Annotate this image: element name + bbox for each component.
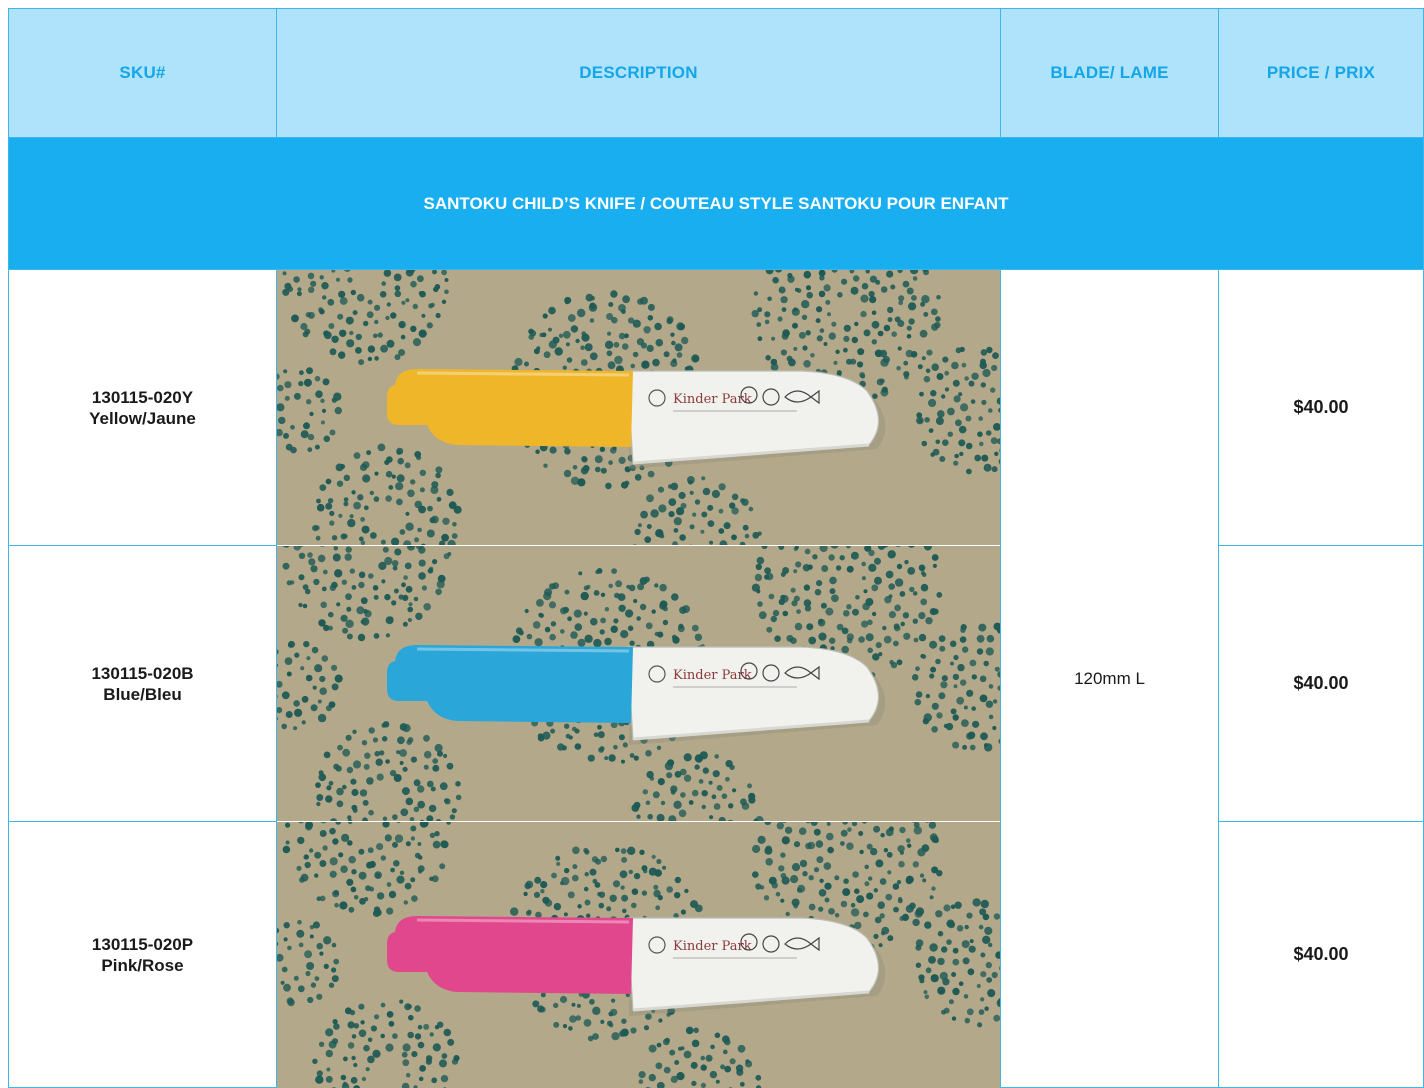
header-price: PRICE / PRIX <box>1218 8 1424 138</box>
header-blade: BLADE/ LAME <box>1000 8 1219 138</box>
header-description: DESCRIPTION <box>276 8 1001 138</box>
blade-length: 120mm L <box>1000 269 1219 1088</box>
table-row-price: $40.00 <box>1218 821 1424 1088</box>
knife-image: Kinder Park <box>277 270 1000 545</box>
header-sku: SKU# <box>8 8 277 138</box>
table-row-sku: 130115-020Y Yellow/Jaune <box>8 269 277 546</box>
product-photo-yellow: Kinder Park <box>277 270 1000 545</box>
sku-code: 130115-020Y <box>91 387 194 407</box>
blade-brand-text: Kinder Park <box>673 939 752 954</box>
knife-image: Kinder Park <box>277 546 1000 821</box>
knife-image: Kinder Park <box>277 822 1000 1088</box>
table-row-price: $40.00 <box>1218 545 1424 822</box>
product-photo-blue: Kinder Park <box>277 546 1000 821</box>
section-title: SANTOKU CHILD’S KNIFE / COUTEAU STYLE SA… <box>8 137 1424 270</box>
table-row-sku: 130115-020P Pink/Rose <box>8 821 277 1088</box>
sku-code: 130115-020P <box>91 934 194 954</box>
sku-color: Blue/Bleu <box>103 684 182 704</box>
sku-color: Yellow/Jaune <box>89 408 196 428</box>
blade-brand-text: Kinder Park <box>673 668 752 683</box>
sku-color: Pink/Rose <box>101 955 184 975</box>
sku-code: 130115-020B <box>91 663 194 683</box>
blade-brand-text: Kinder Park <box>673 392 752 407</box>
product-photo-pink: Kinder Park <box>277 822 1000 1088</box>
table-row-sku: 130115-020B Blue/Bleu <box>8 545 277 822</box>
product-table: SKU# DESCRIPTION BLADE/ LAME PRICE / PRI… <box>8 8 1424 1088</box>
table-row-price: $40.00 <box>1218 269 1424 546</box>
